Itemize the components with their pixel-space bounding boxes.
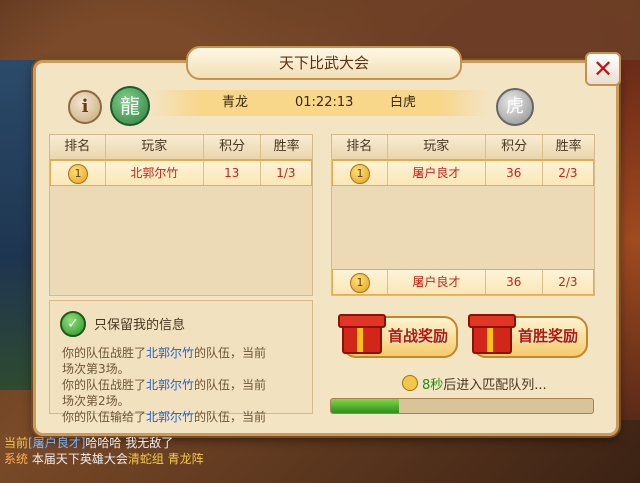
match-timer: 01:22:13 xyxy=(295,95,354,110)
log-line: 你的队伍战胜了北郭尔竹的队伍，当前 xyxy=(62,346,267,360)
battle-log-lines: 你的队伍战胜了北郭尔竹的队伍，当前 场次第3场。 你的队伍战胜了北郭尔竹的队伍，… xyxy=(62,345,266,425)
log-line: 场次第2场。 xyxy=(62,394,130,408)
countdown-seconds: 8秒 xyxy=(422,378,444,393)
player-score: 36 xyxy=(486,270,543,294)
team-right-name: 白虎 xyxy=(390,95,417,110)
battle-log-panel: ✓ 只保留我的信息 你的队伍战胜了北郭尔竹的队伍，当前 场次第3场。 你的队伍战… xyxy=(49,300,313,424)
only-my-info-label[interactable]: 只保留我的信息 xyxy=(94,314,185,333)
player-score: 36 xyxy=(486,161,543,185)
reward-label: 首胜奖励 xyxy=(518,327,579,345)
player-winrate: 2/3 xyxy=(558,166,578,180)
left-ranking-table: 排名 玩家 积分 胜率 1 北郭尔竹 13 1/3 xyxy=(49,134,313,296)
progress-fill xyxy=(331,399,400,413)
panel-title: 天下比武大会 xyxy=(186,46,462,80)
self-rank-row: 1 屠户良才 36 2/3 xyxy=(332,269,594,295)
col-rank: 排名 xyxy=(50,135,106,159)
rank-badge: 1 xyxy=(68,164,89,184)
log-line: 你的队伍战胜了北郭尔竹的队伍，当前 xyxy=(62,378,267,392)
table-header: 排名 玩家 积分 胜率 xyxy=(332,135,594,160)
chat-log: 当前[屠户良才]哈哈哈 我无敌了 系统 本届天下英雄大会清蛇组 青龙阵 xyxy=(0,435,640,483)
player-name: 北郭尔竹 xyxy=(106,161,204,185)
player-score: 13 xyxy=(204,161,261,185)
col-player: 玩家 xyxy=(106,135,204,159)
player-name: 屠户良才 xyxy=(388,270,486,294)
rank-badge: 1 xyxy=(350,164,371,184)
col-score: 积分 xyxy=(486,135,544,159)
chat-line: 系统 本届天下英雄大会清蛇组 青龙阵 xyxy=(4,452,204,466)
table-row[interactable]: 1 屠户良才 36 2/3 xyxy=(332,160,594,186)
col-winrate: 胜率 xyxy=(555,139,582,154)
col-score: 积分 xyxy=(204,135,262,159)
tiger-icon: 虎 xyxy=(496,88,534,126)
close-button[interactable]: ✕ xyxy=(585,52,621,86)
rank-badge: 1 xyxy=(350,273,371,293)
right-ranking-table: 排名 玩家 积分 胜率 1 屠户良才 36 2/3 1 屠户良才 36 2/3 xyxy=(331,134,595,296)
checkbox-checked-icon[interactable]: ✓ xyxy=(60,311,86,337)
match-countdown: 8秒后进入匹配队列... xyxy=(402,374,547,393)
col-rank: 排名 xyxy=(332,135,388,159)
col-player: 玩家 xyxy=(388,135,486,159)
reward-label: 首战奖励 xyxy=(388,327,449,345)
player-winrate: 2/3 xyxy=(558,275,578,289)
log-line: 你的队伍输给了北郭尔竹的队伍，当前 xyxy=(62,410,267,424)
table-row[interactable]: 1 北郭尔竹 13 1/3 xyxy=(50,160,312,186)
player-name: 屠户良才 xyxy=(388,161,486,185)
chat-line: 当前[屠户良才]哈哈哈 我无敌了 xyxy=(4,436,174,450)
clock-icon xyxy=(402,375,418,391)
countdown-text: 后进入匹配队列... xyxy=(443,378,547,393)
player-winrate: 1/3 xyxy=(276,166,296,180)
dragon-icon: 龍 xyxy=(110,86,150,126)
gift-box-icon xyxy=(466,306,516,354)
team-vs-bar: 青龙 01:22:13 白虎 xyxy=(150,90,490,116)
first-battle-reward-button[interactable]: 首战奖励 xyxy=(338,314,458,358)
queue-progress-bar xyxy=(330,398,594,414)
log-line: 场次第3场。 xyxy=(62,362,130,376)
gift-box-icon xyxy=(336,306,386,354)
col-winrate: 胜率 xyxy=(273,139,300,154)
first-win-reward-button[interactable]: 首胜奖励 xyxy=(468,314,588,358)
table-header: 排名 玩家 积分 胜率 xyxy=(50,135,312,160)
info-icon[interactable]: i xyxy=(68,90,102,124)
team-left-name: 青龙 xyxy=(222,95,249,110)
